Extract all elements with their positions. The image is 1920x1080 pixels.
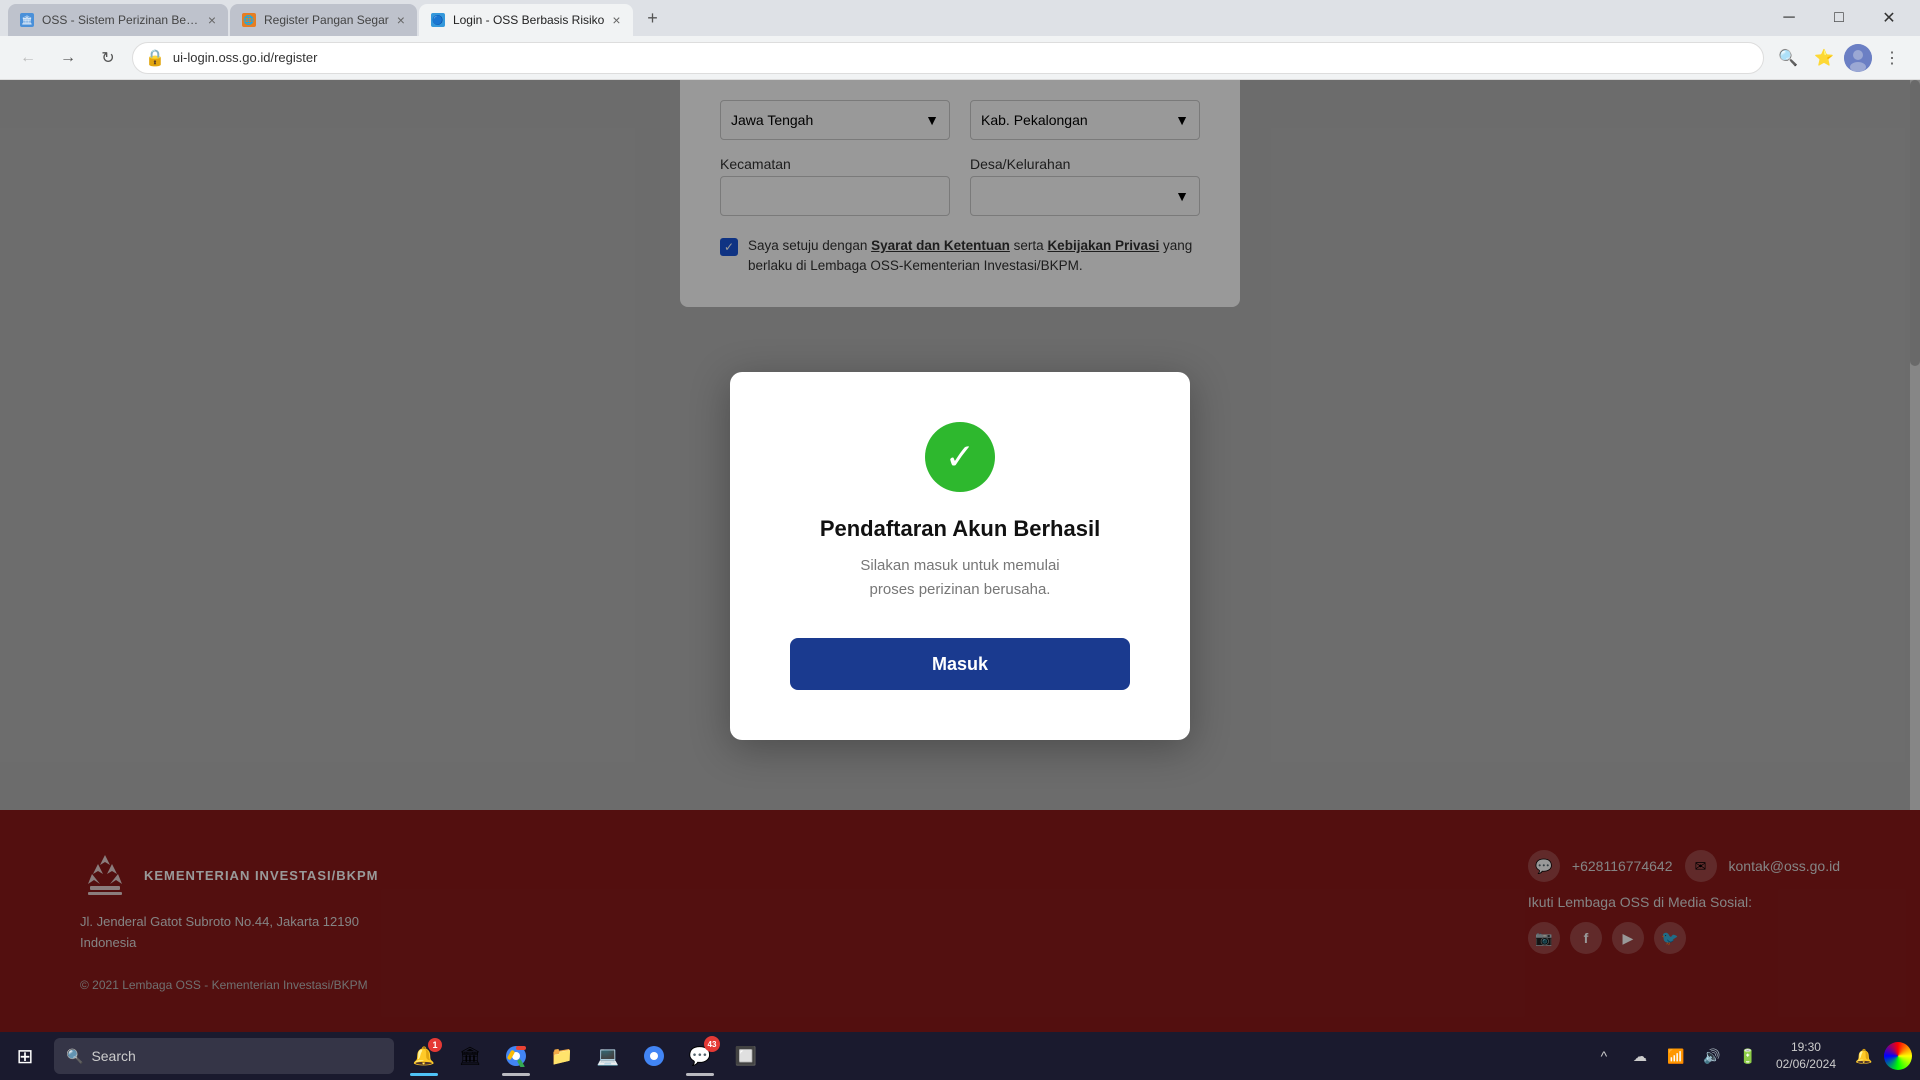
modal-subtitle-line2: proses perizinan berusaha.: [790, 578, 1130, 602]
bookmark-button[interactable]: ⭐: [1808, 42, 1840, 74]
tab3-favicon: 🔵: [431, 13, 445, 27]
google-chrome-icon2: [643, 1045, 665, 1067]
taskbar-chrome[interactable]: [494, 1034, 538, 1078]
tab-register-pangan[interactable]: 🌐 Register Pangan Segar ×: [230, 4, 417, 36]
menu-button[interactable]: ⋮: [1876, 42, 1908, 74]
whatsapp-badge: 43: [704, 1036, 720, 1052]
vscode-icon: 💻: [597, 1046, 619, 1067]
navigation-bar: ← → ↻ 🔒 ui-login.oss.go.id/register 🔍 ⭐ …: [0, 36, 1920, 80]
start-button[interactable]: ⊞: [0, 1032, 50, 1080]
app-active-indicator: [410, 1073, 438, 1076]
taskbar: ⊞ 🔍 Search 🔔 1 🏛: [0, 1032, 1920, 1080]
tab1-favicon: 🏛: [20, 13, 34, 27]
security-icon: 🔒: [145, 48, 165, 68]
modal-title: Pendaftaran Akun Berhasil: [790, 516, 1130, 542]
modal-subtitle: Silakan masuk untuk memulai proses periz…: [790, 554, 1130, 602]
search-icon-button[interactable]: 🔍: [1772, 42, 1804, 74]
checkmark-icon: ✓: [945, 436, 975, 478]
modal-subtitle-line1: Silakan masuk untuk memulai: [790, 554, 1130, 578]
success-modal: ✓ Pendaftaran Akun Berhasil Silakan masu…: [730, 372, 1190, 740]
files-icon: 📁: [551, 1046, 573, 1067]
taskbar-whatsapp[interactable]: 💬 43: [678, 1034, 722, 1078]
chrome-icon: [505, 1045, 527, 1067]
taskbar-system-tray: ^ ☁ 📶 🔊 🔋 19:30 02/06/2024 🔔: [1580, 1039, 1920, 1073]
taskbar-app-6[interactable]: [632, 1034, 676, 1078]
start-icon: ⊞: [17, 1044, 34, 1069]
taskbar-notification-bell[interactable]: 🔔 1: [402, 1034, 446, 1078]
tab-login-oss[interactable]: 🔵 Login - OSS Berbasis Risiko ×: [419, 4, 633, 36]
taskbar-clock[interactable]: 19:30 02/06/2024: [1768, 1039, 1844, 1073]
window-controls: ─ □ ✕: [1766, 2, 1912, 34]
wifi-icon[interactable]: 📶: [1660, 1040, 1692, 1072]
close-button[interactable]: ✕: [1866, 2, 1912, 34]
new-tab-button[interactable]: +: [639, 4, 667, 32]
tab2-title: Register Pangan Segar: [264, 13, 389, 27]
maximize-button[interactable]: □: [1816, 2, 1862, 34]
weather-icon[interactable]: ☁: [1624, 1040, 1656, 1072]
battery-icon[interactable]: 🔋: [1732, 1040, 1764, 1072]
chevron-up-icon[interactable]: ^: [1588, 1040, 1620, 1072]
reload-button[interactable]: ↻: [92, 42, 124, 74]
taskbar-time-text: 19:30: [1791, 1039, 1821, 1056]
tab2-close[interactable]: ×: [397, 13, 405, 27]
taskbar-search-icon: 🔍: [66, 1048, 83, 1065]
minimize-button[interactable]: ─: [1766, 2, 1812, 34]
nav-icons: 🔍 ⭐ ⋮: [1772, 42, 1908, 74]
forward-button[interactable]: →: [52, 42, 84, 74]
address-text: ui-login.oss.go.id/register: [173, 50, 1751, 65]
tab1-title: OSS - Sistem Perizinan Berus...: [42, 13, 200, 27]
taskbar-app-8[interactable]: 🔲: [724, 1034, 768, 1078]
app8-icon: 🔲: [735, 1046, 757, 1067]
tab-oss-sistem[interactable]: 🏛 OSS - Sistem Perizinan Berus... ×: [8, 4, 228, 36]
taskbar-vscode[interactable]: 💻: [586, 1034, 630, 1078]
tab1-close[interactable]: ×: [208, 13, 216, 27]
masuk-button[interactable]: Masuk: [790, 638, 1130, 690]
page-content: Jawa Tengah ▼ Kab. Pekalongan ▼ Kec: [0, 80, 1920, 1080]
taskbar-search-text: Search: [91, 1048, 135, 1064]
chrome-active-indicator: [502, 1073, 530, 1076]
tab2-favicon: 🌐: [242, 13, 256, 27]
tab3-close[interactable]: ×: [612, 13, 620, 27]
taskbar-search-box[interactable]: 🔍 Search: [54, 1038, 394, 1074]
taskbar-files[interactable]: 📁: [540, 1034, 584, 1078]
taskbar-app-1[interactable]: 🏛: [448, 1034, 492, 1078]
address-bar[interactable]: 🔒 ui-login.oss.go.id/register: [132, 42, 1764, 74]
taskbar-app1-icon: 🏛: [459, 1046, 482, 1067]
modal-overlay: ✓ Pendaftaran Akun Berhasil Silakan masu…: [0, 80, 1920, 1032]
profile-avatar[interactable]: [1844, 44, 1872, 72]
title-bar: 🏛 OSS - Sistem Perizinan Berus... × 🌐 Re…: [0, 0, 1920, 36]
volume-icon[interactable]: 🔊: [1696, 1040, 1728, 1072]
tab-list: 🏛 OSS - Sistem Perizinan Berus... × 🌐 Re…: [8, 0, 1758, 36]
notification-badge: 1: [428, 1038, 442, 1052]
taskbar-date-text: 02/06/2024: [1776, 1056, 1836, 1073]
back-button[interactable]: ←: [12, 42, 44, 74]
whatsapp-indicator: [686, 1073, 714, 1076]
browser-frame: 🏛 OSS - Sistem Perizinan Berus... × 🌐 Re…: [0, 0, 1920, 1080]
notification-center-icon[interactable]: 🔔: [1848, 1040, 1880, 1072]
color-picker-icon[interactable]: [1884, 1042, 1912, 1070]
taskbar-pinned-apps: 🔔 1 🏛 📁 💻: [398, 1034, 1580, 1078]
main-area: Jawa Tengah ▼ Kab. Pekalongan ▼ Kec: [0, 80, 1920, 1032]
success-icon: ✓: [925, 422, 995, 492]
tab3-title: Login - OSS Berbasis Risiko: [453, 13, 604, 27]
